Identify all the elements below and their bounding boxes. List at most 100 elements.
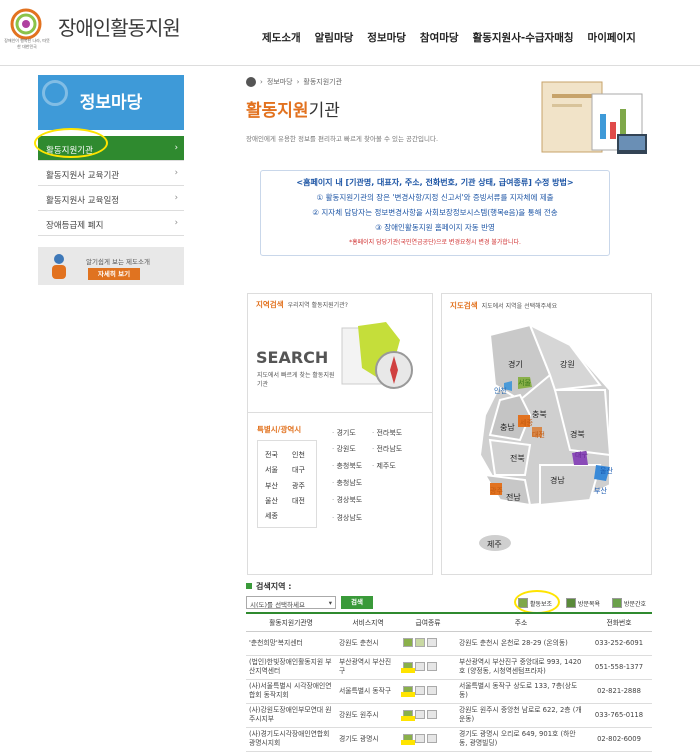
page-title-accent: 활동지원: [246, 101, 309, 121]
province-link[interactable]: 강원도: [332, 444, 355, 454]
map-label: 전남: [506, 492, 521, 502]
table-row[interactable]: (법인)한빛장애인활동지원 부산지역센터 부산광역시 부산진구 부산광역시 부산…: [246, 655, 652, 680]
highlight-annotation: [34, 128, 108, 158]
province-link[interactable]: 충청북도: [332, 461, 362, 471]
sidebar-title: 정보마당: [79, 93, 143, 113]
agency-name[interactable]: '춘천희망'복지센터: [246, 631, 336, 656]
table-row[interactable]: '춘천희망'복지센터 강원도 춘천시 강원도 춘천시 온천로 28-29 (온의…: [246, 631, 652, 656]
gnb-item-info[interactable]: 정보마당: [367, 30, 406, 45]
banner-detail-button[interactable]: 자세히 보기: [88, 268, 140, 280]
page-title: 활동지원기관: [246, 96, 340, 121]
sidebar-item-edu-schedule[interactable]: 활동지원사 교육일정 ›: [38, 186, 184, 211]
banner-text: 알기쉽게 보는 제도소개: [86, 258, 150, 266]
province-link[interactable]: 경상남도: [332, 513, 362, 523]
region-search-subtitle: 우리지역 활동지원기관?: [287, 302, 348, 309]
chevron-down-icon: ▾: [328, 599, 332, 607]
map-label: 서울: [518, 378, 531, 387]
map-label: 울산: [600, 466, 613, 475]
province-link[interactable]: 제주도: [372, 461, 395, 471]
map-label: 충북: [532, 410, 547, 419]
province-link[interactable]: 전라북도: [372, 428, 402, 438]
legend-label: 방문간호: [624, 600, 647, 608]
panel-divider: [247, 412, 433, 413]
table-row[interactable]: (사)서울특별시 시각장애인연합회 동작지회 서울특별시 동작구 서울특별시 동…: [246, 679, 652, 704]
sidebar-item-grade-abolish[interactable]: 장애등급제 폐지 ›: [38, 211, 184, 236]
gnb-item-notice[interactable]: 알림마당: [315, 30, 354, 45]
map-label: 세종: [520, 418, 533, 427]
province-link[interactable]: 전라남도: [372, 444, 402, 454]
province-link[interactable]: 경상북도: [332, 495, 362, 505]
sidebar-item-label: 장애등급제 폐지: [46, 221, 104, 231]
metro-link[interactable]: 울산: [265, 496, 278, 506]
search-button[interactable]: 검색: [341, 596, 373, 609]
gnb-item-intro[interactable]: 제도소개: [262, 30, 301, 45]
search-sublabel: 지도에서 빠르게 찾는 활동지원기관: [257, 372, 335, 388]
bath-icon: [415, 662, 425, 672]
province-link[interactable]: 충청남도: [332, 478, 362, 488]
notice-line: ① 활동지원기관의 장은 '변경사항/지정 신고서'와 증빙서류를 지자체에 제…: [316, 193, 554, 202]
breadcrumb-item[interactable]: 정보마당: [267, 77, 293, 87]
map-label: 충남: [500, 423, 515, 432]
bath-icon: [415, 734, 425, 744]
column-header: 서비스지역: [336, 612, 400, 632]
global-nav: 제도소개 알림마당 정보마당 참여마당 활동지원사-수급자매칭 마이페이지: [262, 30, 650, 45]
region-search-heading: 지역검색 우리지역 활동지원기관?: [256, 299, 348, 310]
map-search-heading: 지도검색 지도에서 지역을 선택해주세요: [450, 300, 557, 311]
breadcrumb-item[interactable]: 활동지원기관: [303, 77, 342, 87]
map-label: 경기: [508, 359, 523, 369]
highlight-annotation: [514, 590, 560, 614]
chevron-right-icon: ›: [174, 218, 178, 228]
agency-name[interactable]: (사)서울특별시 시각장애인연합회 동작지회: [246, 679, 336, 704]
document-illustration-icon: [541, 81, 647, 154]
metro-link[interactable]: 인천: [292, 450, 305, 460]
province-link[interactable]: 경기도: [332, 428, 355, 438]
page-description: 장애인에게 유용한 정보를 편리하고 빠르게 찾아볼 수 있는 공간입니다.: [246, 135, 439, 143]
home-icon[interactable]: [246, 77, 256, 87]
benefit-icons: [400, 703, 456, 728]
logo-icon[interactable]: [8, 6, 44, 42]
legend-nursing: 방문간호: [612, 598, 646, 608]
phone: 02-802-6009: [586, 727, 652, 752]
sidebar-item-label: 활동지원사 교육기관: [46, 171, 120, 181]
address: 경기도 광명시 오리로 649, 901호 (하안동, 광명빌딩): [456, 727, 586, 752]
region-select[interactable]: 시(도)를 선택하세요 ▾: [246, 596, 336, 609]
benefit-icons: [400, 679, 456, 704]
gnb-item-participate[interactable]: 참여마당: [420, 30, 459, 45]
agency-name[interactable]: (사)경기도시각장애인연합회 광명시지회: [246, 727, 336, 752]
map-label: 광주: [490, 487, 503, 495]
nursing-icon: [427, 638, 437, 648]
benefit-icons: [400, 631, 456, 656]
metro-link[interactable]: 대구: [292, 465, 305, 475]
map-label: 대전: [532, 430, 545, 439]
column-header: 전화번호: [586, 612, 652, 632]
metro-link[interactable]: 대전: [292, 496, 305, 506]
gnb-item-mypage[interactable]: 마이페이지: [588, 30, 636, 45]
service-area: 부산광역시 부산진구: [336, 655, 400, 680]
service-area: 강원도 춘천시: [336, 631, 400, 656]
notice-line: ③ 장애인활동지원 홈페이지 자동 반영: [375, 223, 495, 232]
activity-support-icon: [403, 638, 413, 648]
legend-label: 방문목욕: [578, 600, 601, 608]
breadcrumb: › 정보마당 › 활동지원기관: [246, 77, 342, 87]
table-row[interactable]: (사)강원도장애인부모연대 원주시지부 강원도 원주시 강원도 원주시 중앙천 …: [246, 703, 652, 728]
korea-map[interactable]: 경기 강원 인천 서울 충북 세종 충남 대전 경북 대구 전북 울산 부산 경…: [460, 315, 630, 560]
metro-link[interactable]: 전국: [265, 450, 278, 460]
metro-link[interactable]: 서울: [265, 465, 278, 475]
metro-link[interactable]: 부산: [265, 481, 278, 491]
metro-link[interactable]: 세종: [265, 511, 278, 521]
agency-name[interactable]: (법인)한빛장애인활동지원 부산지역센터: [246, 655, 336, 680]
notice-heading: <홈페이지 내 [기관명, 대표자, 주소, 전화번호, 기관 상태, 급여종류…: [296, 178, 574, 187]
gnb-item-matching[interactable]: 활동지원사-수급자매칭: [473, 30, 574, 45]
sidebar-item-edu-agency[interactable]: 활동지원사 교육기관 ›: [38, 161, 184, 186]
column-header: 주소: [456, 612, 586, 632]
agency-name[interactable]: (사)강원도장애인부모연대 원주시지부: [246, 703, 336, 728]
table-row[interactable]: (사)경기도시각장애인연합회 광명시지회 경기도 광명시 경기도 광명시 오리로…: [246, 727, 652, 752]
person-icon: [52, 254, 66, 279]
map-label: 부산: [594, 486, 607, 495]
metro-link[interactable]: 광주: [292, 481, 305, 491]
highlight-marker: [401, 739, 415, 745]
nursing-icon: [612, 598, 622, 608]
search-label: SEARCH: [256, 348, 329, 367]
site-title[interactable]: 장애인활동지원: [58, 12, 181, 41]
service-area: 강원도 원주시: [336, 703, 400, 728]
